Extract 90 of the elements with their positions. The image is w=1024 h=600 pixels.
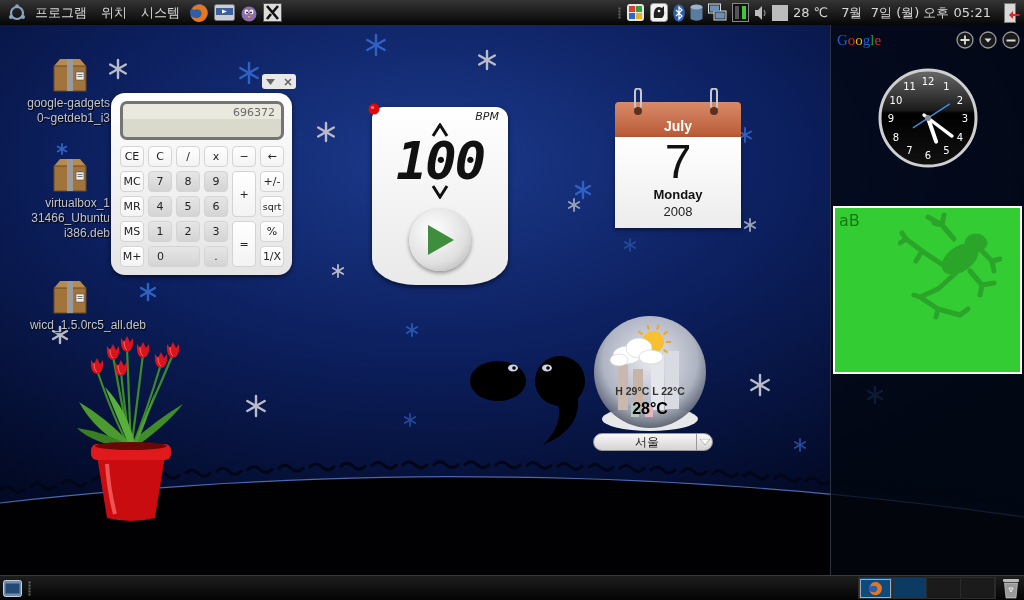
calculator-key[interactable]: 7	[148, 171, 172, 192]
clock-numeral: 11	[902, 80, 916, 92]
indicator-dot-icon	[368, 103, 380, 115]
package-icon[interactable]	[52, 280, 88, 314]
panel-menu[interactable]: 프로그램	[30, 3, 92, 22]
calculator-key[interactable]: 0	[148, 246, 200, 267]
panel-grip-icon	[617, 6, 621, 19]
calculator-key[interactable]: 6	[204, 196, 228, 217]
clock-numeral: 9	[887, 113, 894, 124]
calendar-year: 2008	[663, 203, 693, 221]
binder-ring-icon	[709, 88, 719, 116]
calculator-display: 696372	[120, 101, 284, 140]
calculator-key[interactable]: 4	[148, 196, 172, 217]
file-name[interactable]: google-gadgets 0~getdeb1_i3	[20, 96, 110, 126]
close-icon[interactable]	[283, 77, 292, 86]
play-button[interactable]	[409, 209, 471, 271]
calculator-key[interactable]: sqrt	[260, 196, 284, 217]
calculator-key[interactable]: MS	[120, 221, 144, 242]
system-meter-icon[interactable]	[731, 3, 749, 22]
calculator-key[interactable]: %	[260, 221, 284, 242]
calculator-key[interactable]: MC	[120, 171, 144, 192]
calculator-key[interactable]: /	[176, 146, 200, 167]
package-icon[interactable]	[52, 58, 88, 92]
panel-clock[interactable]: 7월 7일 (월) 오후 05:21	[841, 3, 991, 22]
add-icon[interactable]	[956, 31, 974, 49]
caret-icon[interactable]	[266, 78, 276, 85]
globe-icon[interactable]	[868, 580, 883, 596]
tempo-unit: BPM	[475, 111, 499, 123]
disk-cylinder-icon[interactable]	[689, 3, 703, 22]
clock-numeral: 3	[961, 113, 968, 124]
calculator-key[interactable]: 5	[176, 196, 200, 217]
calculator-key[interactable]: 8	[176, 171, 200, 192]
minimize-icon[interactable]	[1002, 31, 1020, 49]
clock-numeral: 7	[905, 145, 913, 157]
clock-numeral: 2	[956, 94, 963, 106]
square-icon[interactable]	[771, 4, 788, 21]
show-desktop-icon[interactable]	[3, 579, 22, 597]
note-text: aB	[839, 211, 860, 230]
file-name[interactable]: wicd_1.5.0rc5_all.deb	[20, 318, 156, 333]
calendar-weekday: Monday	[653, 187, 703, 203]
high-low-temperature: H 29°C L 22°C	[614, 385, 686, 397]
clock-numeral: 10	[889, 94, 902, 106]
volume-icon[interactable]	[753, 4, 767, 21]
calculator-key[interactable]: x	[204, 146, 228, 167]
globe-icon[interactable]	[189, 2, 209, 23]
calculator-key[interactable]: 1	[148, 221, 172, 242]
caret-icon	[699, 439, 710, 445]
bluetooth-icon[interactable]	[672, 3, 685, 22]
calculator-key[interactable]: 2	[176, 221, 200, 242]
calculator-key[interactable]: 1/X	[260, 246, 284, 267]
network-monitors-icon[interactable]	[707, 3, 727, 22]
clock-numeral: 12	[921, 76, 934, 87]
app-tile-icon[interactable]	[649, 3, 668, 22]
tempo-value: 100	[396, 138, 484, 184]
city-dropdown[interactable]: 서울	[593, 433, 713, 451]
panel-menu[interactable]: 시스템	[136, 3, 185, 22]
calculator-key[interactable]: C	[148, 146, 172, 167]
calculator-key[interactable]: ←	[260, 146, 284, 167]
calculator-key[interactable]: 3	[204, 221, 228, 242]
calculator-key[interactable]: =	[232, 221, 256, 267]
colored-squares-icon[interactable]	[625, 3, 645, 22]
calendar-month: July	[615, 102, 741, 137]
calculator-key[interactable]: .	[204, 246, 228, 267]
current-temperature: 28°C	[631, 400, 669, 418]
clock-numeral: 6	[924, 150, 931, 161]
clock-numeral: 5	[942, 145, 950, 157]
temperature-reading: 28 ℃	[792, 5, 829, 20]
binder-ring-icon	[633, 88, 643, 116]
trash-icon[interactable]	[1002, 577, 1020, 599]
calendar-day: 7	[664, 137, 692, 187]
calculator-key[interactable]: +	[232, 171, 256, 217]
file-name[interactable]: virtualbox_1 31466_Ubuntu i386.deb	[20, 196, 110, 241]
clock-numeral: 4	[956, 131, 963, 143]
calculator-key[interactable]: +/-	[260, 171, 284, 192]
panel-grip-icon	[28, 580, 31, 596]
caret-icon[interactable]	[979, 31, 997, 49]
calculator-key[interactable]: MR	[120, 196, 144, 217]
clock-numeral: 8	[892, 131, 899, 143]
menu-logo-icon[interactable]	[8, 3, 26, 22]
calculator-key[interactable]: CE	[120, 146, 144, 167]
clock-numeral: 1	[942, 80, 950, 92]
calculator-key[interactable]: M+	[120, 246, 144, 267]
sidebar-title: Google	[837, 31, 882, 49]
package-icon[interactable]	[52, 158, 88, 192]
logout-icon[interactable]	[1004, 2, 1020, 23]
calculator-key[interactable]: −	[232, 146, 256, 167]
player-window-icon[interactable]	[214, 4, 235, 21]
calculator-key[interactable]: 9	[204, 171, 228, 192]
x-box-icon[interactable]	[263, 3, 282, 22]
panel-menu[interactable]: 위치	[96, 3, 132, 22]
